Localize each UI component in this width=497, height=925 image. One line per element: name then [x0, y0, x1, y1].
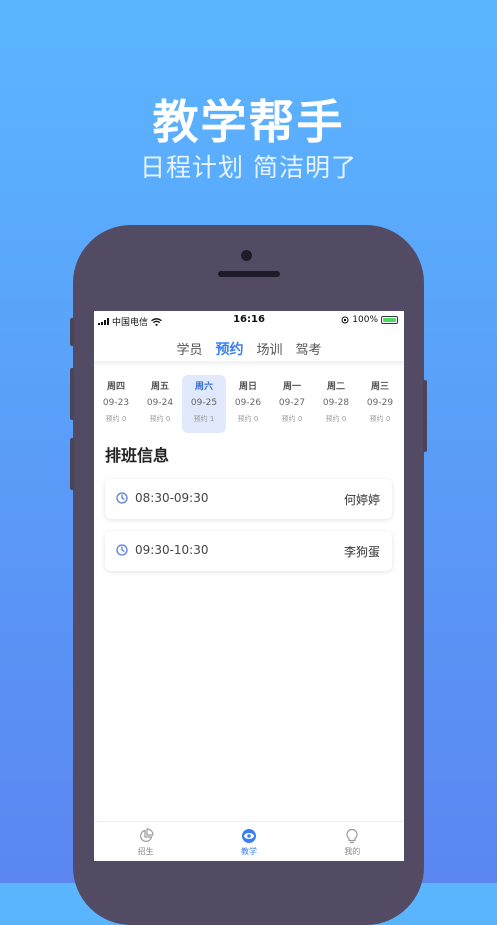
clock-icon [116, 544, 128, 556]
tab-field-training[interactable]: 场训 [256, 335, 282, 361]
section-title: 排班信息 [105, 446, 170, 465]
tabs-divider [94, 361, 404, 367]
day-item[interactable]: 周四 09-23 预约 0 [94, 375, 138, 433]
nav-enrollment[interactable]: 招生 [94, 822, 197, 861]
day-name: 周六 [194, 382, 213, 392]
schedule-card[interactable]: 08:30-09:30 何婷婷 [105, 479, 392, 519]
clock-icon [116, 492, 128, 504]
nav-label: 招生 [137, 847, 154, 856]
day-name: 周一 [282, 382, 301, 392]
nav-teaching[interactable]: 教学 [197, 822, 300, 861]
phone-speaker [218, 271, 280, 277]
day-item[interactable]: 周二 09-28 预约 0 [314, 375, 358, 433]
promo-headline: 教学帮手 [152, 95, 345, 149]
tab-students[interactable]: 学员 [176, 335, 202, 361]
phone-side-button-power [423, 380, 427, 452]
day-count: 预约 0 [149, 415, 171, 423]
day-name: 周三 [370, 382, 389, 392]
day-item[interactable]: 周五 09-24 预约 0 [138, 375, 182, 433]
pie-chart-icon [139, 828, 154, 842]
day-count: 预约 0 [237, 415, 259, 423]
lightbulb-icon [346, 828, 358, 844]
nav-label: 教学 [240, 847, 257, 856]
schedule-person: 李狗蛋 [343, 545, 380, 559]
day-date: 09-29 [366, 398, 394, 408]
day-count: 预约 0 [281, 415, 303, 423]
day-date: 09-23 [102, 398, 130, 408]
day-date: 09-25 [190, 398, 218, 408]
nav-mine[interactable]: 我的 [301, 822, 404, 861]
phone-camera [241, 250, 252, 261]
day-item[interactable]: 周日 09-26 预约 0 [226, 375, 270, 433]
top-tabs: 学员 预约 场训 驾考 [94, 335, 404, 361]
day-name: 周日 [238, 382, 257, 392]
day-item[interactable]: 周一 09-27 预约 0 [270, 375, 314, 433]
day-name: 周二 [326, 382, 345, 392]
phone-side-button-volume-up [70, 368, 74, 420]
eye-icon [241, 829, 256, 843]
nav-label: 我的 [344, 847, 361, 856]
day-date: 09-27 [278, 398, 306, 408]
schedule-card[interactable]: 09:30-10:30 李狗蛋 [105, 531, 392, 571]
bottom-nav: 招生 教学 我的 [94, 821, 404, 861]
day-count: 预约 0 [325, 415, 347, 423]
orientation-lock-icon [341, 316, 349, 324]
schedule-time: 08:30-09:30 [135, 491, 209, 505]
tab-driving-test[interactable]: 驾考 [296, 335, 322, 361]
day-count: 预约 0 [369, 415, 391, 423]
day-selector: 周四 09-23 预约 0 周五 09-24 预约 0 周六 09-25 预约 … [94, 375, 404, 433]
day-name: 周五 [150, 382, 169, 392]
day-count: 预约 1 [193, 415, 215, 423]
day-date: 09-24 [146, 398, 174, 408]
battery-percent: 100% [352, 315, 378, 325]
day-item[interactable]: 周三 09-29 预约 0 [358, 375, 402, 433]
day-date: 09-26 [234, 398, 262, 408]
day-name: 周四 [106, 382, 125, 392]
tab-appointments[interactable]: 预约 [215, 335, 243, 361]
schedule-time: 09:30-10:30 [135, 543, 209, 557]
status-bar: 中国电信 16:16 100% [94, 311, 404, 329]
day-item-selected[interactable]: 周六 09-25 预约 1 [182, 375, 226, 433]
app-screen: 中国电信 16:16 100% 学员 预约 场训 驾考 周四 09-23 预约 [94, 311, 404, 861]
day-count: 预约 0 [105, 415, 127, 423]
battery-icon [381, 316, 398, 324]
promo-subline: 日程计划 简洁明了 [140, 153, 357, 182]
phone-side-button-volume-down [70, 438, 74, 490]
schedule-person: 何婷婷 [343, 493, 380, 507]
phone-side-button-mute [70, 318, 74, 346]
day-date: 09-28 [322, 398, 350, 408]
